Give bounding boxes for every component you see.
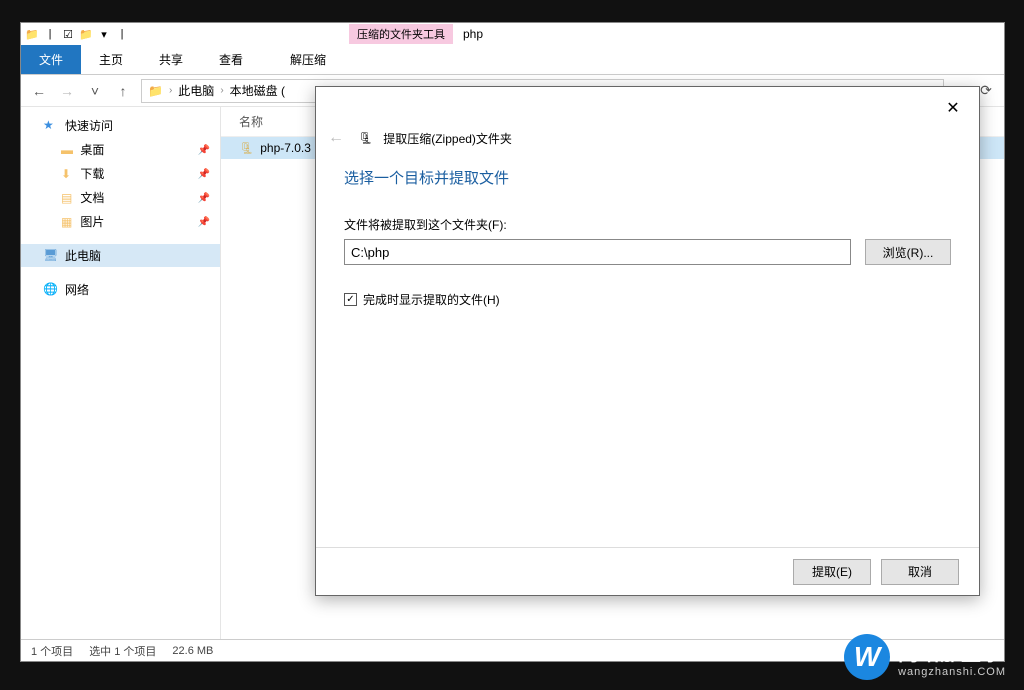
destination-path-input[interactable] — [344, 239, 851, 265]
path-label: 文件将被提取到这个文件夹(F): — [344, 216, 951, 233]
sidebar-item-label: 下载 — [80, 167, 104, 181]
new-folder-icon[interactable]: 📁 — [79, 27, 93, 41]
tab-file[interactable]: 文件 — [21, 45, 81, 74]
folder-icon: 📁 — [25, 27, 39, 41]
dialog-title: 提取压缩(Zipped)文件夹 — [383, 130, 512, 147]
sidebar-item-network[interactable]: 🌐 网络 — [21, 277, 220, 302]
pin-icon: 📌 — [198, 193, 210, 204]
desktop-icon: ▬ — [61, 143, 77, 159]
chevron-right-icon: › — [169, 85, 172, 96]
qat-dropdown-icon[interactable]: ▾ — [97, 27, 111, 41]
sidebar-item-label: 桌面 — [80, 143, 104, 157]
sidebar-item-downloads[interactable]: ⬇ 下载 📌 — [21, 162, 220, 186]
zip-icon: 🗜 — [239, 141, 254, 155]
downloads-icon: ⬇ — [61, 167, 77, 183]
dialog-footer: 提取(E) 取消 — [316, 547, 979, 595]
pin-icon: 📌 — [198, 217, 210, 228]
nav-sidebar: ★ 快速访问 ▬ 桌面 📌 ⬇ 下载 📌 ▤ 文档 📌 ▦ 图片 📌 🖥 — [21, 107, 221, 639]
file-name: php-7.0.3 — [260, 141, 311, 155]
watermark-logo: W — [844, 634, 890, 680]
pc-icon: 🖥 — [43, 248, 59, 264]
dialog-body: 选择一个目标并提取文件 文件将被提取到这个文件夹(F): 浏览(R)... ✓ … — [316, 157, 979, 547]
close-icon[interactable]: ✕ — [939, 94, 967, 122]
dialog-titlebar: ✕ — [316, 87, 979, 129]
sidebar-item-label: 文档 — [80, 191, 104, 205]
recent-dropdown-icon[interactable]: ˅ — [85, 81, 105, 101]
qat-separator: | — [115, 27, 129, 41]
sidebar-item-desktop[interactable]: ▬ 桌面 📌 — [21, 138, 220, 162]
star-icon: ★ — [43, 118, 59, 134]
tab-share[interactable]: 共享 — [141, 45, 201, 74]
contextual-tool-label: 压缩的文件夹工具 — [349, 24, 453, 44]
checkbox-label: 完成时显示提取的文件(H) — [363, 291, 500, 308]
cancel-button[interactable]: 取消 — [881, 559, 959, 585]
breadcrumb-drive[interactable]: 本地磁盘 ( — [230, 82, 285, 99]
extract-dialog: ✕ ← 🗜 提取压缩(Zipped)文件夹 选择一个目标并提取文件 文件将被提取… — [315, 86, 980, 596]
tab-home[interactable]: 主页 — [81, 45, 141, 74]
sidebar-item-label: 网络 — [65, 281, 89, 298]
browse-button[interactable]: 浏览(R)... — [865, 239, 951, 265]
qat-separator: | — [43, 27, 57, 41]
folder-icon: 📁 — [148, 84, 163, 98]
checkbox-icon[interactable]: ✓ — [344, 293, 357, 306]
network-icon: 🌐 — [43, 282, 59, 298]
status-size: 22.6 MB — [172, 645, 213, 657]
forward-button[interactable]: → — [57, 81, 77, 101]
ribbon-tabs: 文件 主页 共享 查看 解压缩 — [21, 45, 1004, 75]
titlebar: 📁 | ☑ 📁 ▾ | 压缩的文件夹工具 php — [21, 23, 1004, 45]
pin-icon: 📌 — [198, 169, 210, 180]
zip-icon: 🗜 — [358, 131, 373, 145]
sidebar-item-label: 图片 — [80, 215, 104, 229]
sidebar-item-this-pc[interactable]: 🖥 此电脑 — [21, 244, 220, 267]
tab-extract[interactable]: 解压缩 — [272, 45, 344, 74]
dialog-header: ← 🗜 提取压缩(Zipped)文件夹 — [316, 129, 979, 157]
dialog-heading: 选择一个目标并提取文件 — [344, 167, 951, 188]
watermark: W 网站那些事 wangzhanshi.COM — [844, 634, 1006, 680]
status-selected: 选中 1 个项目 — [89, 643, 156, 659]
window-title: php — [463, 27, 483, 41]
checkbox-properties-icon[interactable]: ☑ — [61, 27, 75, 41]
sidebar-label: 快速访问 — [65, 117, 113, 134]
path-row: 浏览(R)... — [344, 239, 951, 265]
show-files-checkbox-row[interactable]: ✓ 完成时显示提取的文件(H) — [344, 291, 951, 308]
up-button[interactable]: ↑ — [113, 81, 133, 101]
pictures-icon: ▦ — [61, 215, 77, 231]
sidebar-item-label: 此电脑 — [65, 247, 101, 264]
watermark-sub: wangzhanshi.COM — [898, 666, 1006, 678]
watermark-main: 网站那些事 — [898, 637, 1006, 666]
sidebar-item-pictures[interactable]: ▦ 图片 📌 — [21, 210, 220, 234]
documents-icon: ▤ — [61, 191, 77, 207]
breadcrumb-this-pc[interactable]: 此电脑 — [178, 82, 214, 99]
sidebar-item-documents[interactable]: ▤ 文档 📌 — [21, 186, 220, 210]
tab-view[interactable]: 查看 — [201, 45, 261, 74]
sidebar-quick-access[interactable]: ★ 快速访问 — [21, 113, 220, 138]
chevron-right-icon: › — [220, 85, 223, 96]
pin-icon: 📌 — [198, 145, 210, 156]
quick-access-toolbar: 📁 | ☑ 📁 ▾ | — [25, 27, 129, 41]
status-item-count: 1 个项目 — [31, 643, 73, 659]
back-icon[interactable]: ← — [328, 129, 348, 147]
back-button[interactable]: ← — [29, 81, 49, 101]
extract-button[interactable]: 提取(E) — [793, 559, 871, 585]
